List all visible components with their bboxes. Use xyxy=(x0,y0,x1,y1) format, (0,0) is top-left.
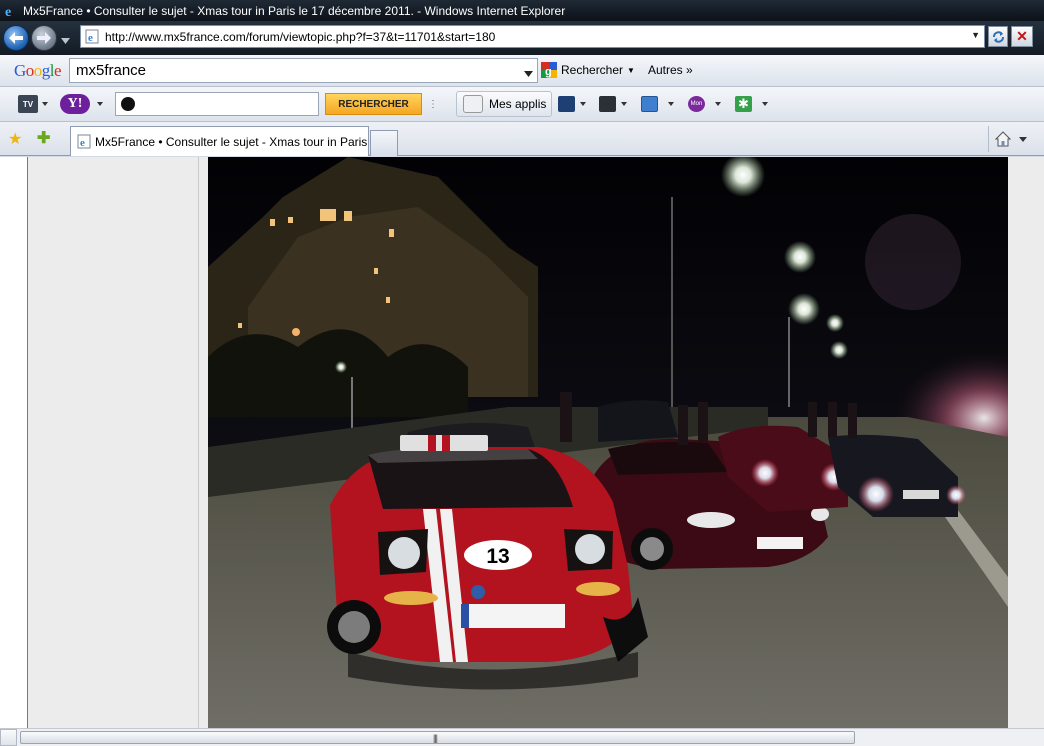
ie-icon: e xyxy=(4,4,18,18)
page-icon: e xyxy=(85,29,99,44)
my-apps-button[interactable]: Mes applis xyxy=(456,91,552,117)
yahoo-search-button[interactable]: RECHERCHER xyxy=(325,93,422,115)
scrollbar-thumb[interactable]: ||| xyxy=(20,731,855,744)
media-play-icon[interactable] xyxy=(558,96,575,112)
home-button[interactable] xyxy=(995,128,1039,150)
svg-text:e: e xyxy=(5,5,11,18)
google-logo[interactable]: Google xyxy=(14,61,62,81)
refresh-button[interactable] xyxy=(988,26,1008,47)
chevron-down-icon xyxy=(1019,136,1027,142)
forward-button[interactable] xyxy=(31,25,57,51)
search-icon xyxy=(121,97,135,111)
chevron-down-icon xyxy=(524,71,533,77)
stop-button[interactable]: ✕ xyxy=(1011,26,1033,47)
chevron-down-icon: ▼ xyxy=(627,65,635,75)
toolbar-separator-icon: ⋮ xyxy=(428,99,438,110)
google-toolbar: Google mx5france g Rechercher ▼ Autres » xyxy=(0,55,1044,87)
mail-icon[interactable] xyxy=(641,96,658,112)
google-search-dropdown[interactable] xyxy=(524,66,533,80)
mon-icon[interactable]: Mon xyxy=(688,96,705,112)
race-number: 13 xyxy=(486,545,509,568)
svg-text:e: e xyxy=(88,32,93,44)
apps-icon xyxy=(463,95,483,113)
scroll-left-button[interactable] xyxy=(0,729,17,746)
chevron-down-icon[interactable] xyxy=(715,102,721,106)
google-search-label: Rechercher xyxy=(561,63,624,77)
yahoo-search-input[interactable] xyxy=(115,92,319,116)
arrow-left-icon xyxy=(9,32,23,44)
page-icon: e xyxy=(77,134,91,149)
recent-pages-dropdown[interactable] xyxy=(61,33,70,47)
chevron-down-icon[interactable] xyxy=(580,102,586,106)
night-photo-mx5-cars: 13 xyxy=(208,157,1008,728)
new-tab-button[interactable] xyxy=(370,130,398,156)
chevron-down-icon[interactable] xyxy=(97,102,103,106)
tab-label: Mx5France • Consulter le sujet - Xmas to… xyxy=(95,134,369,149)
chevron-down-icon[interactable] xyxy=(668,102,674,106)
record-icon[interactable] xyxy=(599,96,616,112)
svg-text:g: g xyxy=(545,66,552,78)
address-toolbar: e http://www.mx5france.com/forum/viewtop… xyxy=(0,21,1044,55)
chevron-down-icon[interactable] xyxy=(621,102,627,106)
url-dropdown-icon[interactable]: ▼ xyxy=(971,30,980,40)
my-apps-label: Mes applis xyxy=(489,97,547,111)
url-text: http://www.mx5france.com/forum/viewtopic… xyxy=(105,29,496,44)
browser-window: e Mx5France • Consulter le sujet - Xmas … xyxy=(0,0,1044,746)
close-icon: ✕ xyxy=(1016,28,1028,44)
grip-icon: ||| xyxy=(433,733,438,743)
arrow-right-icon xyxy=(37,32,51,44)
page-content: 13 xyxy=(0,157,1044,728)
home-icon xyxy=(995,131,1011,147)
asterisk-icon[interactable]: ✱ xyxy=(735,96,752,112)
forum-sidebar xyxy=(28,157,199,728)
favorites-tab-bar: ★ ✚ e Mx5France • Consulter le sujet - X… xyxy=(0,122,1044,156)
chevron-down-icon[interactable] xyxy=(42,102,48,106)
refresh-icon xyxy=(992,30,1004,43)
add-favorite-icon[interactable]: ✚ xyxy=(37,128,50,148)
svg-text:e: e xyxy=(80,137,85,149)
left-margin xyxy=(0,157,28,728)
google-search-button[interactable]: g Rechercher ▼ xyxy=(541,62,635,78)
window-title: Mx5France • Consulter le sujet - Xmas to… xyxy=(23,3,566,18)
tv-icon[interactable]: TV xyxy=(18,95,38,113)
yahoo-toolbar: TV Y! RECHERCHER ⋮ Mes applis Mon ✱ xyxy=(0,87,1044,122)
chevron-down-icon[interactable] xyxy=(762,102,768,106)
back-button[interactable] xyxy=(3,25,29,51)
favorites-star-icon[interactable]: ★ xyxy=(8,129,22,149)
tab-active[interactable]: e Mx5France • Consulter le sujet - Xmas … xyxy=(70,126,369,156)
divider xyxy=(988,126,989,152)
google-g-icon: g xyxy=(541,62,557,78)
chevron-down-icon xyxy=(61,38,70,44)
title-bar: e Mx5France • Consulter le sujet - Xmas … xyxy=(0,0,1044,21)
google-more-button[interactable]: Autres » xyxy=(648,63,693,77)
google-search-input[interactable]: mx5france xyxy=(69,58,538,83)
yahoo-logo[interactable]: Y! xyxy=(60,94,90,114)
url-input[interactable]: e http://www.mx5france.com/forum/viewtop… xyxy=(80,25,985,48)
horizontal-scrollbar[interactable]: ||| xyxy=(0,728,1044,746)
